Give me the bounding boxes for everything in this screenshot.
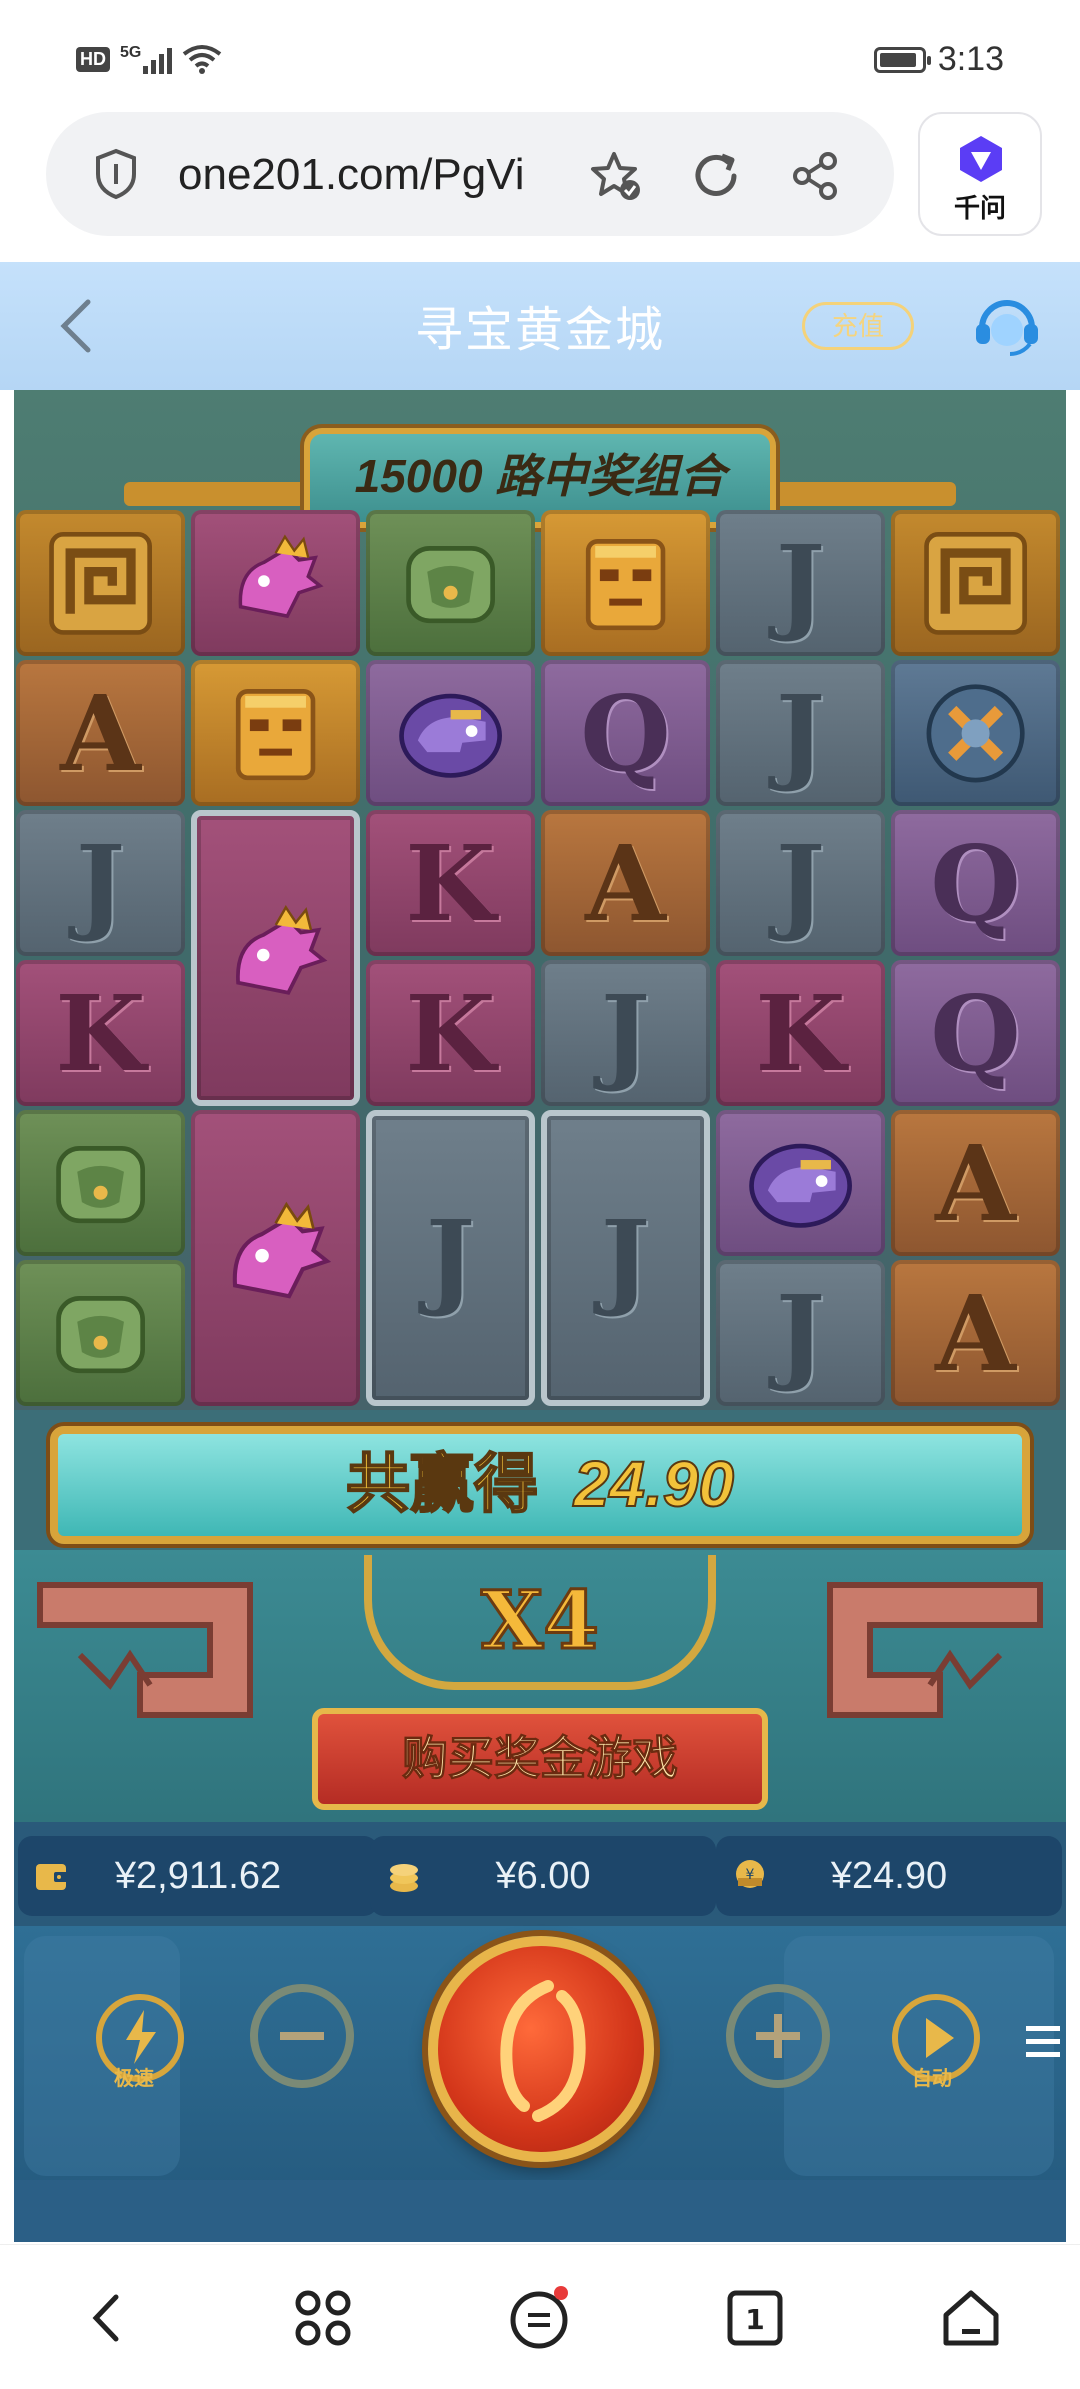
serpent-carving-left: [37, 1582, 253, 1718]
serpent-carving-right: [827, 1582, 1043, 1718]
symbol-card-j: J: [716, 510, 885, 656]
symbol-pink-dragon: [191, 1110, 360, 1406]
svg-text:1: 1: [745, 2303, 764, 2336]
symbol-card-k: K: [716, 960, 885, 1106]
decrease-bet-button[interactable]: [250, 1984, 354, 2088]
win-display: ¥ ¥24.90: [716, 1836, 1062, 1916]
wifi-icon: [183, 45, 222, 74]
symbol-card-k: K: [16, 960, 185, 1106]
bet-display[interactable]: ¥6.00: [370, 1836, 716, 1916]
symbol-card-j: J: [716, 810, 885, 956]
nav-back-icon[interactable]: [72, 2283, 142, 2353]
symbol-card-k: K: [366, 960, 535, 1106]
symbol-card-q: Q: [541, 660, 710, 806]
symbol-card-j: J: [716, 660, 885, 806]
symbol-purple-serpent: [366, 660, 535, 806]
plus-icon: [756, 2014, 800, 2058]
signal-icon: [143, 44, 173, 74]
page-title: 寻宝黄金城: [414, 304, 665, 357]
symbol-spiral: [891, 510, 1060, 656]
total-win-amount: 24.90: [573, 1447, 735, 1521]
game-canvas[interactable]: 15000 路中奖组合 JAQJJKAJQKKJKQJJAJA 共赢得 24.9…: [14, 390, 1066, 2242]
symbol-purple-serpent: [716, 1110, 885, 1256]
coins-icon: [390, 1864, 418, 1892]
nav-home-icon[interactable]: [936, 2283, 1006, 2353]
symbol-card-k: K: [366, 810, 535, 956]
share-icon[interactable]: [788, 148, 844, 204]
turbo-label: 极速: [114, 2068, 154, 2090]
increase-bet-button[interactable]: [726, 1984, 830, 2088]
symbol-card-j: J: [541, 960, 710, 1106]
buy-bonus-button[interactable]: 购买奖金游戏: [312, 1708, 768, 1810]
favorite-star-icon[interactable]: [588, 148, 644, 204]
status-right: 3:13: [873, 40, 1004, 79]
total-win-label: 共赢得: [345, 1447, 539, 1521]
symbol-card-j: J: [16, 810, 185, 956]
symbol-gold-mask: [541, 510, 710, 656]
symbol-green-mask: [16, 1110, 185, 1256]
recharge-button[interactable]: 充值: [802, 302, 914, 350]
autoplay-label: 自动: [912, 2068, 952, 2090]
bottom-strip: [14, 2180, 1066, 2242]
symbol-green-mask: [366, 510, 535, 656]
nav-apps-icon[interactable]: [288, 2283, 358, 2353]
shield-icon[interactable]: [94, 148, 138, 200]
symbol-card-a: A: [16, 660, 185, 806]
nav-menu-icon[interactable]: [504, 2283, 574, 2353]
qianwen-assistant-button[interactable]: 千问: [918, 112, 1042, 236]
battery-icon: [873, 46, 931, 73]
clock: 3:13: [937, 40, 1004, 78]
status-bar: HD 5G 3:13: [0, 0, 1080, 110]
symbol-card-a: A: [541, 810, 710, 956]
symbol-card-j: J: [541, 1110, 710, 1406]
symbol-pink-dragon: [191, 810, 360, 1106]
stats-bar: ¥2,911.62 ¥6.00 ¥ ¥24.90: [14, 1822, 1066, 1926]
browser-nav-bar: 1: [0, 2244, 1080, 2389]
multiplier-frame: X4: [364, 1555, 716, 1690]
symbol-card-q: Q: [891, 810, 1060, 956]
symbol-gold-mask: [191, 660, 360, 806]
balance-value: ¥2,911.62: [114, 1854, 282, 1897]
symbol-card-a: A: [891, 1110, 1060, 1256]
symbol-card-j: J: [716, 1260, 885, 1406]
prize-ribbon-icon: ¥: [736, 1860, 764, 1888]
reel-grid[interactable]: JAQJJKAJQKKJKQJJAJA: [14, 510, 1066, 1414]
symbol-spiral: [16, 510, 185, 656]
spin-arrows-icon: [500, 1980, 586, 2122]
refresh-icon[interactable]: [688, 148, 744, 204]
customer-service-icon[interactable]: [972, 292, 1042, 358]
multiplier-value: X4: [480, 1572, 601, 1669]
url-text[interactable]: one201.com/PgVi: [178, 150, 525, 200]
symbol-pink-dragon: [191, 510, 360, 656]
spin-button[interactable]: [428, 1936, 654, 2162]
symbol-card-q: Q: [891, 960, 1060, 1106]
minus-icon: [280, 2032, 324, 2040]
network-label: 5G: [120, 44, 142, 61]
svg-text:¥: ¥: [746, 1867, 755, 1883]
symbol-card-a: A: [891, 1260, 1060, 1406]
nav-tabs-icon[interactable]: 1: [720, 2283, 790, 2353]
qianwen-logo-icon: [960, 136, 1002, 182]
symbol-card-j: J: [366, 1110, 535, 1406]
game-header: 寻宝黄金城 充值: [0, 262, 1080, 390]
status-left: HD 5G: [76, 44, 222, 74]
total-win-bar: 共赢得 24.90: [50, 1426, 1030, 1544]
wallet-icon: [36, 1864, 68, 1890]
balance-display: ¥2,911.62: [18, 1836, 378, 1916]
qianwen-label: 千问: [953, 193, 1006, 223]
menu-icon[interactable]: [1026, 2022, 1060, 2062]
symbol-green-mask: [16, 1260, 185, 1406]
symbol-steel-emblem: [891, 660, 1060, 806]
url-bar[interactable]: one201.com/PgVi: [46, 112, 894, 236]
hd-badge: HD: [76, 46, 110, 72]
